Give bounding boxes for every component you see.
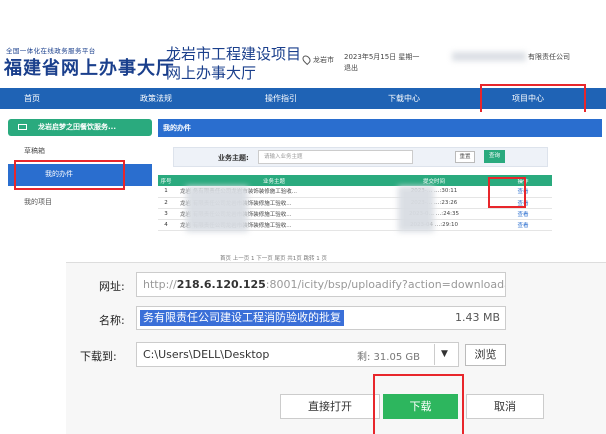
blurred-topic-region xyxy=(186,186,248,232)
site-title-line2: 网上办事大厅 xyxy=(166,64,257,82)
nav-download-center[interactable]: 下载中心 xyxy=(388,88,420,109)
row-time: 2023-… …:23:26 xyxy=(374,197,494,209)
location-text[interactable]: 龙岩市 xyxy=(313,55,334,65)
cancel-button[interactable]: 取消 xyxy=(466,394,544,419)
chevron-down-icon[interactable]: ▼ xyxy=(434,344,454,365)
sidebar-header-title: 龙岩启梦之田餐饮服务... xyxy=(38,123,116,131)
nav-policy[interactable]: 政策法规 xyxy=(140,88,172,109)
col-header-action: 操作 xyxy=(494,175,552,186)
blurred-time-region xyxy=(398,186,434,232)
row-no: 3 xyxy=(158,208,174,220)
site-title-line1: 龙岩市工程建设项目 xyxy=(166,45,302,63)
name-label: 名称: xyxy=(99,314,125,327)
search-input[interactable]: 请输入业务主题 xyxy=(258,150,413,164)
company-name: 有限责任公司 xyxy=(528,53,570,61)
view-link[interactable]: 查看 xyxy=(494,219,552,231)
blurred-company-name xyxy=(452,52,526,61)
url-rest: :8001/icity/bsp/uploadify?action=downloa… xyxy=(265,278,506,291)
nav-project-center[interactable]: 项目中心 xyxy=(512,88,544,109)
row-time: 2023-0… …:24:35 xyxy=(374,208,494,220)
monitor-icon xyxy=(18,124,27,130)
nav-home[interactable]: 首页 xyxy=(24,88,40,109)
free-space: 剩: 31.05 GB xyxy=(357,352,420,363)
date-text: 2023年5月15日 星期一 xyxy=(344,53,420,61)
pagination[interactable]: 首页 上一页 1 下一页 尾页 共1页 跳转 1 页 xyxy=(220,254,327,262)
view-link[interactable]: 查看 xyxy=(494,208,552,220)
url-label: 网址: xyxy=(99,280,125,293)
sidebar-item-my-projects[interactable]: 我的项目 xyxy=(24,197,52,207)
url-host: 218.6.120.125 xyxy=(176,278,266,291)
sidebar-item-my-cases-label: 我的办件 xyxy=(45,170,73,178)
panel-header xyxy=(158,119,602,137)
row-no: 4 xyxy=(158,219,174,231)
panel-title: 我的办件 xyxy=(163,124,191,132)
row-no: 1 xyxy=(158,186,174,198)
col-header-time: 提交时间 xyxy=(374,175,494,186)
col-header-no: 序号 xyxy=(158,175,174,186)
sidebar-item-my-cases[interactable] xyxy=(8,164,152,186)
query-button[interactable]: 查询 xyxy=(484,150,505,163)
filename-selected-text[interactable]: 务有限责任公司建设工程消防验收的批复 xyxy=(140,310,344,326)
row-time: 2023-04 …:29:10 xyxy=(374,219,494,231)
download-button[interactable]: 下载 xyxy=(383,394,458,419)
col-header-topic: 业务主题 xyxy=(174,175,374,186)
file-size: 1.43 MB xyxy=(455,311,501,324)
main-nav: 首页 政策法规 操作指引 下载中心 项目中心 xyxy=(0,88,606,109)
row-no: 2 xyxy=(158,197,174,209)
url-field[interactable]: http://218.6.120.125:8001/icity/bsp/uplo… xyxy=(136,272,506,297)
nav-guide[interactable]: 操作指引 xyxy=(265,88,297,109)
row-time: 2023-… …:30:11 xyxy=(374,186,494,198)
view-link[interactable]: 查看 xyxy=(494,197,552,209)
sidebar-item-drafts[interactable]: 草稿箱 xyxy=(24,146,45,156)
open-directly-button[interactable]: 直接打开 xyxy=(280,394,380,419)
logo-title[interactable]: 福建省网上办事大厅 xyxy=(4,54,175,80)
browse-button[interactable]: 浏览 xyxy=(465,344,506,366)
view-link[interactable]: 查看 xyxy=(494,186,552,198)
url-prefix: http:// xyxy=(143,278,177,291)
logout-link[interactable]: 退出 xyxy=(344,63,358,73)
reset-button[interactable]: 重置 xyxy=(455,151,475,163)
search-label: 业务主题: xyxy=(218,154,249,162)
save-to-label: 下载到: xyxy=(80,350,117,363)
